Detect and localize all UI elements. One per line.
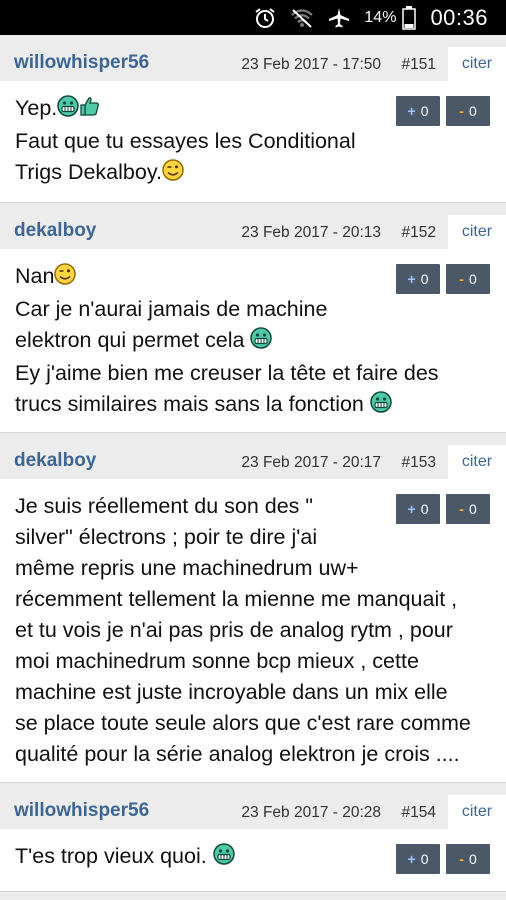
wifi-icon (290, 8, 314, 28)
grin-smiley-icon (370, 391, 392, 422)
forum-post: dekalboy 23 Feb 2017 - 20:17 #153 citer … (0, 433, 506, 783)
thumbs-up-smiley-icon (79, 95, 101, 126)
post-number[interactable]: #152 (402, 224, 436, 242)
post-line: elektron qui permet cela (15, 325, 396, 358)
grin-smiley-icon (57, 95, 80, 126)
forum-post: willowhisper56 23 Feb 2017 - 17:50 #151 … (0, 35, 506, 203)
forum-post: dekalboy 23 Feb 2017 - 20:13 #152 citer … (0, 203, 506, 433)
post-line: Faut que tu essayes les Conditional (15, 129, 356, 153)
post-line: Trigs Dekalboy. (15, 157, 396, 190)
quote-button[interactable]: citer (448, 795, 506, 829)
battery-icon (402, 5, 417, 30)
downvote-button[interactable]: -0 (446, 494, 490, 524)
forum-post: willowhisper56 23 Feb 2017 - 20:28 #154 … (0, 783, 506, 892)
vote-buttons: +0 -0 (396, 264, 490, 294)
grin-smiley-icon (250, 327, 273, 358)
upvote-button[interactable]: +0 (396, 494, 440, 524)
quote-button[interactable]: citer (448, 445, 506, 479)
post-line: même repris une machinedrum uw+ (15, 556, 359, 580)
vote-buttons: +0 -0 (396, 844, 490, 874)
post-author[interactable]: dekalboy (14, 220, 96, 242)
post-date: 23 Feb 2017 - 20:28 (241, 804, 381, 821)
upvote-button[interactable]: +0 (396, 96, 440, 126)
post-author[interactable]: dekalboy (14, 450, 96, 472)
quote-button[interactable]: citer (448, 47, 506, 81)
post-line: silver" électrons ; poir te dire j'ai (15, 525, 318, 549)
post-number[interactable]: #153 (402, 454, 436, 472)
post-body: Yep. Faut que tu essayes les Conditional… (0, 81, 506, 202)
wink-smiley-icon (162, 159, 184, 190)
post-line: moi machinedrum sonne bcp mieux , cette (15, 649, 419, 673)
post-date: 23 Feb 2017 - 20:17 (241, 454, 381, 471)
post-line: Nan (15, 261, 396, 294)
post-line: Car je n'aurai jamais de machine (15, 297, 328, 321)
post-number[interactable]: #154 (402, 804, 436, 822)
upvote-button[interactable]: +0 (396, 844, 440, 874)
post-line: et tu vois je n'ai pas pris de analog ry… (15, 618, 453, 642)
status-bar: 14% 00:36 (0, 0, 506, 35)
alarm-icon (254, 7, 276, 29)
vote-buttons: +0 -0 (396, 494, 490, 524)
post-line: machine est juste incroyable dans un mix… (15, 680, 448, 704)
post-line: T'es trop vieux quoi. (15, 841, 396, 874)
post-date: 23 Feb 2017 - 20:13 (241, 224, 381, 241)
post-author[interactable]: willowhisper56 (14, 800, 149, 822)
downvote-button[interactable]: -0 (446, 264, 490, 294)
quote-button[interactable]: citer (448, 215, 506, 249)
post-body: Je suis réellement du son des " silver" … (0, 479, 506, 782)
vote-buttons: +0 -0 (396, 96, 490, 126)
post-line: se place toute seule alors que c'est rar… (15, 711, 471, 735)
airplane-icon (328, 7, 350, 29)
post-number[interactable]: #151 (402, 56, 436, 74)
battery-percent: 14% (364, 8, 397, 26)
grin-smiley-icon (212, 843, 235, 874)
post-line: Yep. (15, 93, 396, 126)
post-line: qualité pour la série analog elektron je… (15, 742, 460, 766)
post-line: trucs similaires mais sans la fonction (15, 389, 396, 422)
post-header: willowhisper56 23 Feb 2017 - 20:28 #154 … (0, 783, 506, 829)
post-header: dekalboy 23 Feb 2017 - 20:17 #153 citer (0, 433, 506, 479)
downvote-button[interactable]: -0 (446, 844, 490, 874)
post-body: Nan Car je n'aurai jamais de machine ele… (0, 249, 506, 432)
post-line: récemment tellement la mienne me manquai… (15, 587, 458, 611)
post-author[interactable]: willowhisper56 (14, 52, 149, 74)
post-header: willowhisper56 23 Feb 2017 - 17:50 #151 … (0, 35, 506, 81)
upvote-button[interactable]: +0 (396, 264, 440, 294)
post-date: 23 Feb 2017 - 17:50 (241, 56, 381, 73)
post-line: Ey j'aime bien me creuser la tête et fai… (15, 361, 439, 385)
downvote-button[interactable]: -0 (446, 96, 490, 126)
wink-smiley-icon (54, 263, 77, 294)
post-header: dekalboy 23 Feb 2017 - 20:13 #152 citer (0, 203, 506, 249)
post-body: T'es trop vieux quoi. +0 -0 (0, 829, 506, 891)
clock: 00:36 (430, 4, 488, 30)
